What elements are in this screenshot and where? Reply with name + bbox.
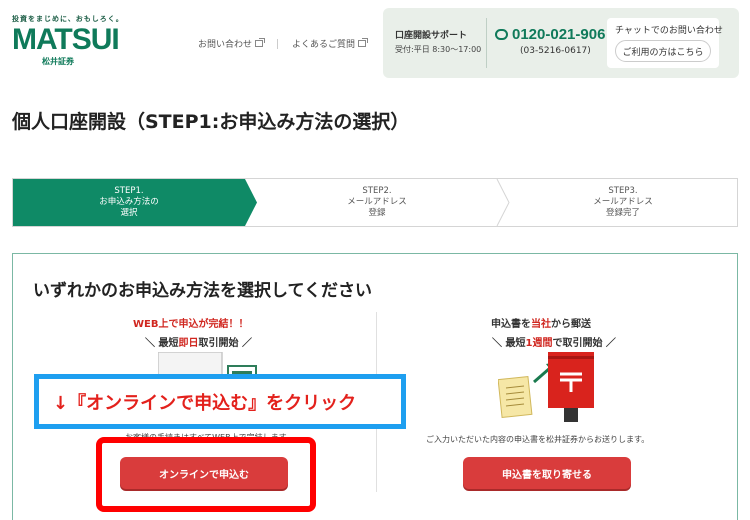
step-3-label: メールアドレス — [593, 197, 653, 207]
step-2-divider — [496, 179, 510, 226]
online-sub-highlight: 即日 — [178, 338, 199, 349]
page-title: 個人口座開設（STEP1:お申込み方法の選択） — [12, 111, 410, 133]
logo-sub: 松井証券 — [42, 57, 74, 66]
method-heading: いずれかのお申込み方法を選択してください — [33, 281, 372, 301]
faq-link[interactable]: よくあるご質問 — [292, 37, 369, 50]
step-2-label: メールアドレス — [347, 197, 407, 207]
step-1-label: お申込み方法の — [99, 197, 159, 207]
header-link-divider — [277, 38, 279, 49]
mail-headline-prefix: 申込書を — [491, 319, 531, 330]
step-3-number: STEP3. — [608, 186, 638, 196]
mail-description: ご入力いただいた内容の申込書を松井証券からお送りします。 — [426, 435, 650, 444]
step-3-label-2: 登録完了 — [605, 208, 640, 218]
support-title: 口座開設サポート — [395, 31, 468, 41]
step-progress: STEP1. お申込み方法の 選択 STEP2. メールアドレス 登録 STEP… — [12, 178, 738, 227]
chat-box: チャットでのお問い合わせ ご利用の方はこちら — [607, 18, 723, 68]
support-hours: 受付:平日 8:30～17:00 — [395, 45, 482, 54]
step-2-number: STEP2. — [362, 186, 392, 196]
header-links: お問い合わせ よくあるご質問 — [198, 37, 369, 50]
external-link-icon — [358, 38, 369, 47]
step-3: STEP3. メールアドレス 登録完了 — [509, 179, 737, 226]
document-icon — [498, 375, 533, 419]
chat-title: チャットでのお問い合わせ — [615, 26, 723, 36]
support-panel: 口座開設サポート 受付:平日 8:30～17:00 0120-021-906 (… — [383, 8, 739, 78]
site-header: 投資をまじめに、おもしろく。 MATSUI 松井証券 お問い合わせ よくあるご質… — [0, 0, 750, 90]
mail-sub-suffix: で取引開始 ／ — [552, 338, 616, 349]
mail-headline-highlight: 当社 — [531, 319, 551, 330]
instruction-callout-text: ↓『オンラインで申込む』をクリック — [53, 392, 357, 414]
online-sub-prefix: ＼ 最短 — [145, 338, 179, 349]
online-button-highlight — [96, 437, 316, 512]
matsui-logo[interactable]: 投資をまじめに、おもしろく。 MATSUI 松井証券 — [12, 14, 123, 67]
mail-subheadline: ＼ 最短1週間で取引開始 ／ — [492, 334, 616, 349]
support-phone-number: 0120-021-906 — [512, 26, 606, 43]
contact-link-label: お問い合わせ — [198, 40, 253, 50]
instruction-callout: ↓『オンラインで申込む』をクリック — [34, 374, 406, 429]
logo-wordmark: MATSUI — [12, 23, 120, 56]
support-phone-alt: (03-5216-0617) — [520, 46, 591, 56]
online-headline: WEB上で申込が完結！！ — [133, 319, 249, 330]
support-divider — [486, 18, 487, 68]
faq-link-label: よくあるご質問 — [292, 40, 356, 50]
mail-headline-suffix: から郵送 — [551, 319, 591, 330]
online-sub-suffix: 取引開始 ／ — [198, 338, 252, 349]
step-1-number: STEP1. — [114, 186, 144, 196]
mail-sub-highlight: 1週間 — [525, 338, 553, 349]
post-box-icon — [548, 352, 594, 422]
step-1-label-2: 選択 — [120, 208, 138, 218]
step-2-label-2: 登録 — [368, 208, 386, 218]
contact-link[interactable]: お問い合わせ — [198, 37, 266, 50]
free-dial-icon — [495, 29, 508, 40]
step-2: STEP2. メールアドレス 登録 — [257, 179, 497, 226]
mail-sub-prefix: ＼ 最短 — [492, 338, 526, 349]
arrow-icon — [533, 366, 551, 384]
external-link-icon — [255, 38, 266, 47]
chat-button[interactable]: ご利用の方はこちら — [615, 40, 711, 62]
request-application-button[interactable]: 申込書を取り寄せる — [463, 457, 631, 489]
mailbox-illustration-icon — [498, 352, 594, 422]
online-subheadline: ＼ 最短即日取引開始 ／ — [145, 334, 252, 349]
mail-headline: 申込書を当社から郵送 — [491, 315, 591, 330]
support-phone[interactable]: 0120-021-906 — [495, 26, 605, 43]
step-1: STEP1. お申込み方法の 選択 — [13, 179, 245, 226]
